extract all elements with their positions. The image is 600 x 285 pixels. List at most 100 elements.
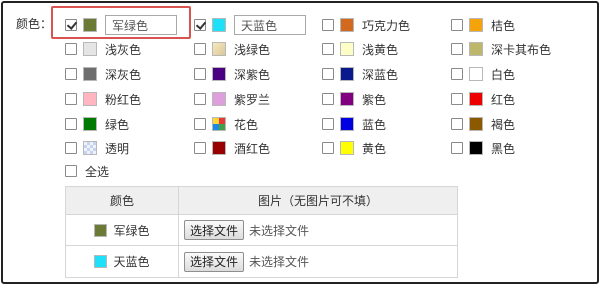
color-option[interactable]: 浅绿色 [194,39,270,59]
color-label: 花色 [234,117,259,132]
color-option[interactable]: 深灰色 [65,64,141,84]
table-row: 军绿色 选择文件 未选择文件 [66,215,457,246]
color-option[interactable]: 天蓝色 [194,15,306,35]
color-label: 绿色 [105,117,130,132]
row-color-swatch [94,223,108,237]
color-label: 深卡其布色 [491,42,552,57]
color-option[interactable]: 巧克力色 [322,15,410,35]
color-swatch [212,42,226,56]
color-swatch [212,117,226,131]
color-name-input[interactable]: 天蓝色 [234,15,306,35]
header-color: 颜色 [66,187,179,214]
color-checkbox[interactable] [194,43,206,55]
color-option[interactable]: 紫色 [322,89,386,109]
color-option[interactable]: 紫罗兰 [194,89,270,109]
color-checkbox[interactable] [451,118,463,130]
color-checkbox[interactable] [65,68,77,80]
color-swatch [469,67,483,81]
color-checkbox[interactable] [451,19,463,31]
color-option[interactable]: 浅黄色 [322,39,398,59]
color-checkbox[interactable] [451,68,463,80]
color-label: 浅绿色 [234,42,271,57]
color-checkbox[interactable] [322,43,334,55]
color-swatch [83,18,97,32]
table-row: 天蓝色 选择文件 未选择文件 [66,246,457,277]
color-option[interactable]: 深紫色 [194,64,270,84]
color-option[interactable]: 花色 [194,114,258,134]
color-checkbox[interactable] [65,93,77,105]
color-label: 白色 [491,67,516,82]
color-swatch [83,141,97,155]
color-option[interactable]: 蓝色 [322,114,386,134]
file-status: 未选择文件 [249,223,310,238]
color-option[interactable]: 桔色 [451,15,515,35]
color-swatch [340,141,354,155]
color-option[interactable]: 深卡其布色 [451,39,551,59]
color-checkbox[interactable] [194,68,206,80]
color-label: 褐色 [491,117,516,132]
color-checkbox[interactable] [322,68,334,80]
color-checkbox[interactable] [322,19,334,31]
color-option[interactable]: 军绿色 [65,15,177,35]
file-status: 未选择文件 [249,255,310,269]
color-label: 粉红色 [105,92,142,107]
color-checkbox[interactable] [65,142,77,154]
color-option[interactable]: 绿色 [65,114,129,134]
row-color-swatch [94,255,108,268]
color-option[interactable]: 浅灰色 [65,39,141,59]
color-swatch [212,92,226,106]
color-option[interactable]: 深蓝色 [322,64,398,84]
color-name-input[interactable]: 军绿色 [105,15,177,35]
color-label: 紫罗兰 [234,92,271,107]
color-checkbox[interactable] [65,118,77,130]
color-checkbox[interactable] [322,142,334,154]
row-color-label: 军绿色 [113,223,150,238]
color-option[interactable]: 褐色 [451,114,515,134]
color-swatch [340,67,354,81]
color-label: 巧克力色 [362,18,411,33]
color-checkbox[interactable] [65,43,77,55]
color-label: 紫色 [362,92,387,107]
color-checkbox[interactable] [451,43,463,55]
color-label: 浅灰色 [105,42,142,57]
color-checkbox[interactable] [194,142,206,154]
color-checkbox[interactable] [451,93,463,105]
color-checkbox[interactable] [194,118,206,130]
select-all-checkbox[interactable] [65,165,77,177]
color-option[interactable]: 酒红色 [194,138,270,158]
color-option[interactable]: 白色 [451,64,515,84]
color-image-table: 颜色 图片（无图片可不填） 军绿色 选择文件 未选择文件 天蓝色 选择文件 未选… [65,186,458,278]
choose-file-button[interactable]: 选择文件 [184,251,245,272]
color-checkbox[interactable] [194,93,206,105]
color-swatch [340,42,354,56]
color-option[interactable]: 粉红色 [65,89,141,109]
color-label: 酒红色 [234,141,271,156]
color-checkbox[interactable] [194,19,206,31]
color-option[interactable]: 黑色 [451,138,515,158]
color-label: 桔色 [491,18,516,33]
color-option[interactable]: 黄色 [322,138,386,158]
color-label: 黑色 [491,141,516,156]
color-label: 蓝色 [362,117,387,132]
color-checkbox[interactable] [65,19,77,31]
color-swatch [212,141,226,155]
color-checkbox[interactable] [451,142,463,154]
color-option[interactable]: 透明 [65,138,129,158]
color-swatch [340,92,354,106]
color-swatch [469,18,483,32]
color-label: 深蓝色 [362,67,399,82]
select-all-option[interactable]: 全选 [65,161,109,181]
color-checkbox[interactable] [322,93,334,105]
color-label: 深灰色 [105,67,142,82]
color-swatch [469,92,483,106]
choose-file-button[interactable]: 选择文件 [184,220,245,240]
color-checkbox[interactable] [322,118,334,130]
color-swatch [469,117,483,131]
color-swatch [83,67,97,81]
row-color-label: 天蓝色 [113,255,150,269]
color-swatch [340,18,354,32]
color-label: 红色 [491,92,516,107]
color-label: 浅黄色 [362,42,399,57]
color-option[interactable]: 红色 [451,89,515,109]
color-swatch [83,42,97,56]
